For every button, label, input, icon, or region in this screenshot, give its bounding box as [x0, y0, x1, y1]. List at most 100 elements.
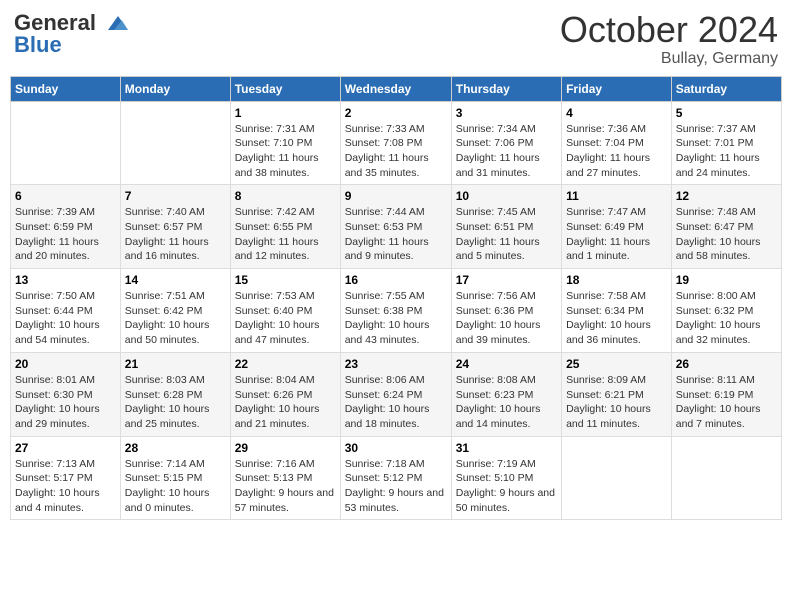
week-row-1: 1 Sunrise: 7:31 AM Sunset: 7:10 PM Daylig…	[11, 101, 782, 185]
calendar-cell: 27 Sunrise: 7:13 AM Sunset: 5:17 PM Dayli…	[11, 436, 121, 520]
day-number: 6	[15, 189, 116, 203]
logo: General Blue	[14, 10, 128, 58]
day-number: 3	[456, 106, 557, 120]
week-row-3: 13 Sunrise: 7:50 AM Sunset: 6:44 PM Dayli…	[11, 269, 782, 353]
calendar-cell: 5 Sunrise: 7:37 AM Sunset: 7:01 PM Daylig…	[671, 101, 781, 185]
calendar-cell	[11, 101, 121, 185]
calendar-cell: 24Sunrise: 8:08 AM Sunset: 6:23 PM Dayli…	[451, 352, 561, 436]
day-info: Sunrise: 7:31 AM Sunset: 7:10 PM Dayligh…	[235, 122, 336, 181]
calendar-cell	[120, 101, 230, 185]
calendar-cell: 28 Sunrise: 7:14 AM Sunset: 5:15 PM Dayli…	[120, 436, 230, 520]
day-info: Sunrise: 7:14 AM Sunset: 5:15 PM Dayligh…	[125, 457, 226, 516]
calendar-cell: 12 Sunrise: 7:48 AM Sunset: 6:47 PM Dayli…	[671, 185, 781, 269]
calendar-cell: 13 Sunrise: 7:50 AM Sunset: 6:44 PM Dayli…	[11, 269, 121, 353]
day-info: Sunrise: 7:47 AM Sunset: 6:49 PM Dayligh…	[566, 205, 667, 264]
day-number: 25	[566, 357, 667, 371]
weekday-header-row: SundayMondayTuesdayWednesdayThursdayFrid…	[11, 76, 782, 101]
weekday-saturday: Saturday	[671, 76, 781, 101]
calendar-cell: 31 Sunrise: 7:19 AM Sunset: 5:10 PM Dayli…	[451, 436, 561, 520]
header: General Blue October 2024 Bullay, German…	[10, 10, 782, 68]
day-info: Sunrise: 7:16 AM Sunset: 5:13 PM Dayligh…	[235, 457, 336, 516]
weekday-friday: Friday	[562, 76, 672, 101]
day-info: Sunrise: 7:19 AM Sunset: 5:10 PM Dayligh…	[456, 457, 557, 516]
day-number: 31	[456, 441, 557, 455]
calendar-cell: 25 Sunrise: 8:09 AM Sunset: 6:21 PM Dayli…	[562, 352, 672, 436]
day-number: 26	[676, 357, 777, 371]
day-number: 8	[235, 189, 336, 203]
day-number: 17	[456, 273, 557, 287]
calendar-cell: 7Sunrise: 7:40 AM Sunset: 6:57 PM Daylig…	[120, 185, 230, 269]
calendar-cell: 6Sunrise: 7:39 AM Sunset: 6:59 PM Daylig…	[11, 185, 121, 269]
day-number: 13	[15, 273, 116, 287]
day-number: 23	[345, 357, 447, 371]
calendar-cell: 18Sunrise: 7:58 AM Sunset: 6:34 PM Dayli…	[562, 269, 672, 353]
day-info: Sunrise: 7:53 AM Sunset: 6:40 PM Dayligh…	[235, 289, 336, 348]
calendar-cell: 8 Sunrise: 7:42 AM Sunset: 6:55 PM Daylig…	[230, 185, 340, 269]
calendar-cell: 19Sunrise: 8:00 AM Sunset: 6:32 PM Dayli…	[671, 269, 781, 353]
calendar-cell: 9 Sunrise: 7:44 AM Sunset: 6:53 PM Daylig…	[340, 185, 451, 269]
day-number: 15	[235, 273, 336, 287]
month-title: October 2024	[560, 10, 778, 50]
calendar-cell: 29 Sunrise: 7:16 AM Sunset: 5:13 PM Dayli…	[230, 436, 340, 520]
logo-blue: Blue	[14, 32, 62, 58]
calendar-cell: 21Sunrise: 8:03 AM Sunset: 6:28 PM Dayli…	[120, 352, 230, 436]
day-number: 10	[456, 189, 557, 203]
day-number: 18	[566, 273, 667, 287]
day-number: 2	[345, 106, 447, 120]
day-info: Sunrise: 8:09 AM Sunset: 6:21 PM Dayligh…	[566, 373, 667, 432]
calendar-cell: 23 Sunrise: 8:06 AM Sunset: 6:24 PM Dayli…	[340, 352, 451, 436]
day-info: Sunrise: 8:00 AM Sunset: 6:32 PM Dayligh…	[676, 289, 777, 348]
day-number: 22	[235, 357, 336, 371]
day-info: Sunrise: 7:42 AM Sunset: 6:55 PM Dayligh…	[235, 205, 336, 264]
calendar-cell: 3 Sunrise: 7:34 AM Sunset: 7:06 PM Daylig…	[451, 101, 561, 185]
calendar-cell: 22 Sunrise: 8:04 AM Sunset: 6:26 PM Dayli…	[230, 352, 340, 436]
day-number: 27	[15, 441, 116, 455]
day-number: 29	[235, 441, 336, 455]
calendar-cell: 4 Sunrise: 7:36 AM Sunset: 7:04 PM Daylig…	[562, 101, 672, 185]
calendar-cell: 30Sunrise: 7:18 AM Sunset: 5:12 PM Dayli…	[340, 436, 451, 520]
weekday-wednesday: Wednesday	[340, 76, 451, 101]
day-info: Sunrise: 7:55 AM Sunset: 6:38 PM Dayligh…	[345, 289, 447, 348]
calendar-cell: 26 Sunrise: 8:11 AM Sunset: 6:19 PM Dayli…	[671, 352, 781, 436]
day-info: Sunrise: 8:06 AM Sunset: 6:24 PM Dayligh…	[345, 373, 447, 432]
day-info: Sunrise: 7:51 AM Sunset: 6:42 PM Dayligh…	[125, 289, 226, 348]
calendar-cell: 14 Sunrise: 7:51 AM Sunset: 6:42 PM Dayli…	[120, 269, 230, 353]
calendar-cell: 17Sunrise: 7:56 AM Sunset: 6:36 PM Dayli…	[451, 269, 561, 353]
day-number: 28	[125, 441, 226, 455]
day-number: 12	[676, 189, 777, 203]
day-number: 24	[456, 357, 557, 371]
calendar-cell: 15 Sunrise: 7:53 AM Sunset: 6:40 PM Dayli…	[230, 269, 340, 353]
weekday-monday: Monday	[120, 76, 230, 101]
day-info: Sunrise: 8:04 AM Sunset: 6:26 PM Dayligh…	[235, 373, 336, 432]
day-info: Sunrise: 8:11 AM Sunset: 6:19 PM Dayligh…	[676, 373, 777, 432]
day-info: Sunrise: 7:33 AM Sunset: 7:08 PM Dayligh…	[345, 122, 447, 181]
day-info: Sunrise: 7:36 AM Sunset: 7:04 PM Dayligh…	[566, 122, 667, 181]
calendar-cell: 11 Sunrise: 7:47 AM Sunset: 6:49 PM Dayli…	[562, 185, 672, 269]
weekday-sunday: Sunday	[11, 76, 121, 101]
day-number: 5	[676, 106, 777, 120]
day-info: Sunrise: 7:37 AM Sunset: 7:01 PM Dayligh…	[676, 122, 777, 181]
calendar-cell: 1 Sunrise: 7:31 AM Sunset: 7:10 PM Daylig…	[230, 101, 340, 185]
week-row-4: 20Sunrise: 8:01 AM Sunset: 6:30 PM Dayli…	[11, 352, 782, 436]
day-number: 1	[235, 106, 336, 120]
day-number: 11	[566, 189, 667, 203]
calendar-body: 1 Sunrise: 7:31 AM Sunset: 7:10 PM Daylig…	[11, 101, 782, 520]
day-info: Sunrise: 7:44 AM Sunset: 6:53 PM Dayligh…	[345, 205, 447, 264]
day-number: 4	[566, 106, 667, 120]
day-number: 14	[125, 273, 226, 287]
calendar-cell	[562, 436, 672, 520]
day-number: 16	[345, 273, 447, 287]
day-info: Sunrise: 7:18 AM Sunset: 5:12 PM Dayligh…	[345, 457, 447, 516]
calendar-cell: 16 Sunrise: 7:55 AM Sunset: 6:38 PM Dayli…	[340, 269, 451, 353]
calendar-cell: 20Sunrise: 8:01 AM Sunset: 6:30 PM Dayli…	[11, 352, 121, 436]
day-info: Sunrise: 7:50 AM Sunset: 6:44 PM Dayligh…	[15, 289, 116, 348]
day-number: 9	[345, 189, 447, 203]
weekday-tuesday: Tuesday	[230, 76, 340, 101]
day-info: Sunrise: 7:13 AM Sunset: 5:17 PM Dayligh…	[15, 457, 116, 516]
calendar: SundayMondayTuesdayWednesdayThursdayFrid…	[10, 76, 782, 521]
calendar-cell: 10Sunrise: 7:45 AM Sunset: 6:51 PM Dayli…	[451, 185, 561, 269]
day-info: Sunrise: 7:48 AM Sunset: 6:47 PM Dayligh…	[676, 205, 777, 264]
title-area: October 2024 Bullay, Germany	[560, 10, 778, 68]
day-info: Sunrise: 7:34 AM Sunset: 7:06 PM Dayligh…	[456, 122, 557, 181]
day-number: 21	[125, 357, 226, 371]
